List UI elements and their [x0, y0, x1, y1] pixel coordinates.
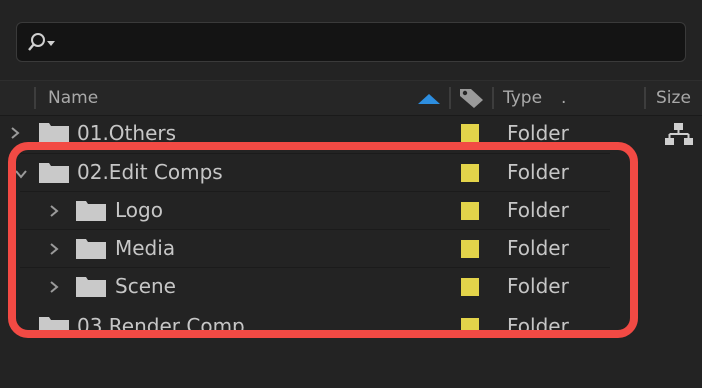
chevron-right-icon[interactable]: [8, 126, 22, 140]
search-icon[interactable]: [27, 31, 59, 55]
column-separator[interactable]: [34, 87, 36, 109]
column-separator[interactable]: [644, 87, 646, 109]
column-separator[interactable]: [492, 87, 494, 109]
name-column-header[interactable]: Name: [48, 88, 98, 108]
label-color-swatch[interactable]: [461, 124, 479, 142]
folder-icon: [39, 123, 69, 143]
size-column-header[interactable]: Size: [656, 88, 691, 108]
highlight-box: [8, 142, 638, 338]
type-column-header[interactable]: Type: [503, 88, 542, 108]
type-column-suffix: .: [561, 88, 567, 108]
column-header: Name Type . Size: [0, 80, 702, 116]
column-separator[interactable]: [449, 87, 451, 109]
sort-ascending-icon[interactable]: [416, 93, 442, 105]
label-tag-icon[interactable]: [458, 87, 486, 109]
search-input[interactable]: [16, 22, 686, 62]
